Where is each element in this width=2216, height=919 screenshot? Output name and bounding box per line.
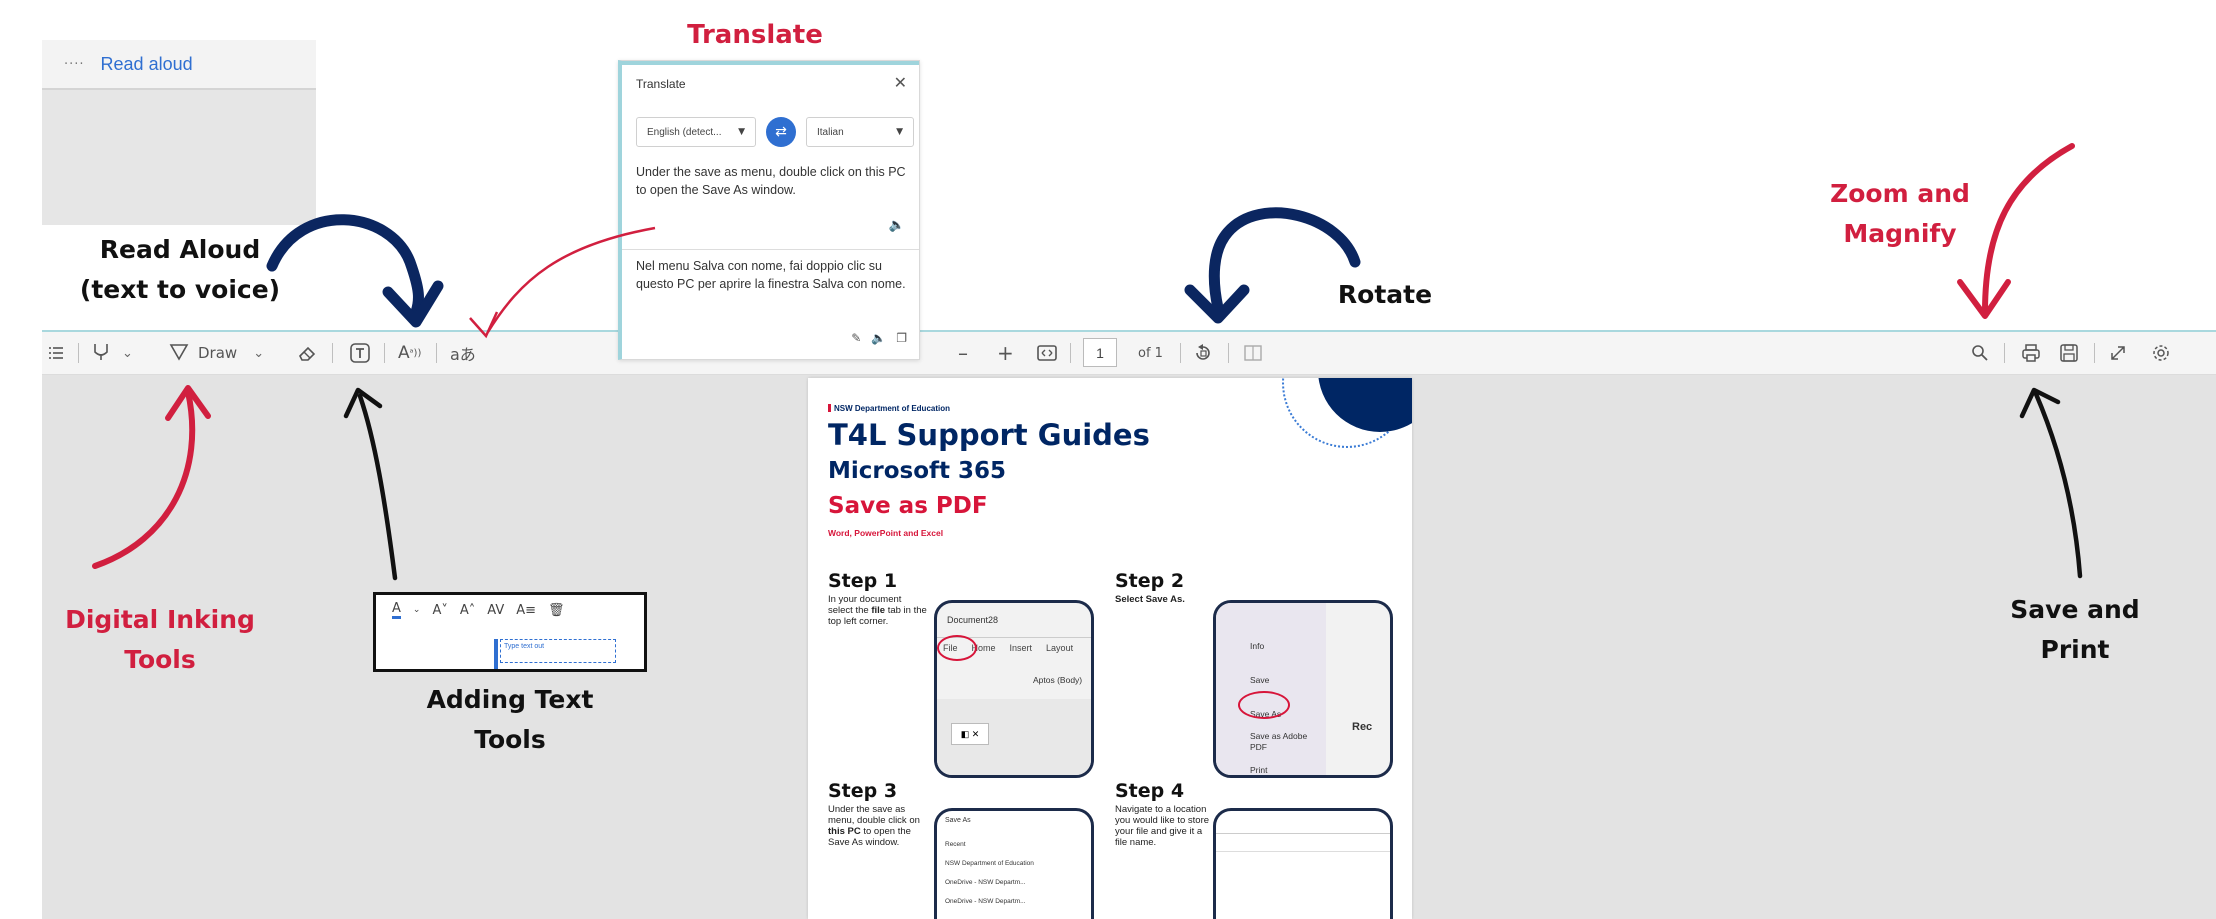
adding-text-annotation: Adding Text Tools [426,685,594,754]
inking-annotation: Digital Inking Tools [65,605,255,674]
read-aloud-annotation: Read Aloud (text to voice) [79,235,281,304]
save-print-annotation: Save and Print [2010,595,2140,664]
rotate-annotation: Rotate [1337,280,1433,309]
screenshot-root: ···· Read aloud ⌄ Draw ⌄ Aᵃ)) aあ – + 1 o… [0,0,2216,919]
zoom-arrow [1982,143,2075,315]
translate-arrow [486,226,656,333]
translate-annotation: Translate [687,20,823,50]
inking-arrow [92,389,196,569]
annotation-arrows [92,143,2083,581]
save-print-arrow [2033,391,2083,579]
adding-text-arrow [357,393,398,581]
zoom-annotation: Zoom and Magnify [1830,179,1970,248]
